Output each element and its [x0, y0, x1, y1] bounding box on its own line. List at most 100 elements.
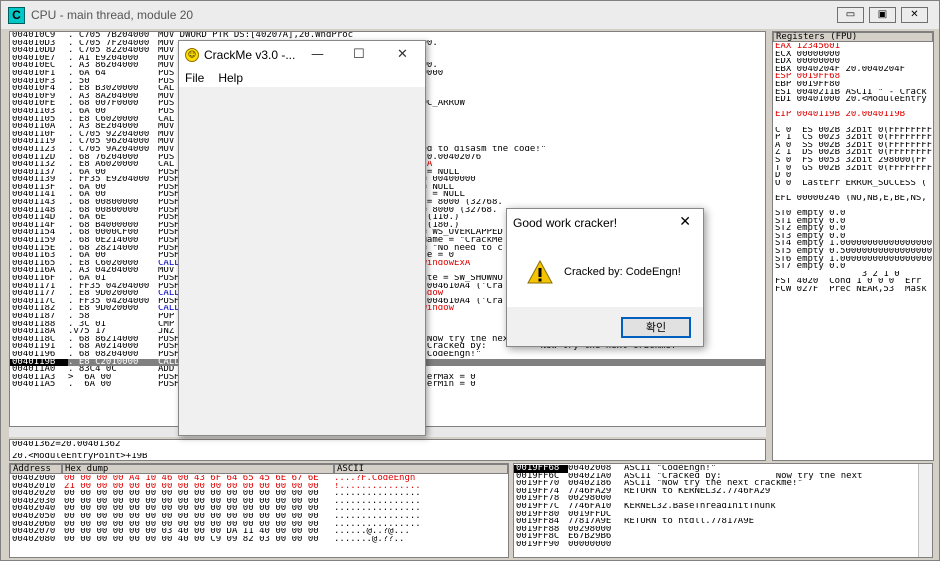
- disasm-address: 00401103: [12, 107, 56, 116]
- hex-dump-pane[interactable]: Address Hex dump ASCII 00402000 00 00 00 …: [9, 463, 509, 558]
- disasm-address: 004010D3: [12, 39, 56, 48]
- register-line[interactable]: O 0 LastErr ERROR_SUCCESS (: [775, 180, 932, 188]
- register-line[interactable]: EFL 00000246 (NO,NB,E,BE,NS,: [775, 195, 932, 203]
- register-line[interactable]: Z 1 DS 002B 32bit 0(FFFFFFFF: [775, 149, 932, 157]
- dump-header-hex[interactable]: Hex dump: [62, 464, 334, 474]
- close-button[interactable]: ✕: [901, 7, 928, 23]
- disasm-instruction: MOV DWORD PTR DS:[40207A],20.WndProc: [158, 32, 354, 40]
- register-line[interactable]: ST0 empty 0.0: [775, 210, 932, 218]
- stack-row[interactable]: 0019FF74 7746FA29 RETURN to KERNEL32.7746F…: [514, 488, 918, 496]
- register-line[interactable]: ST2 empty 0.0: [775, 225, 932, 233]
- stack-row[interactable]: 0019FF80 0019FFDC: [514, 511, 918, 519]
- stack-row[interactable]: 0019FF7C 7746FA10 KERNEL32.BaseThreadInitT…: [514, 503, 918, 511]
- dump-ascii: ......@..?@...: [334, 528, 410, 536]
- disasm-comment: "No need to disasm the code!": [389, 145, 547, 154]
- register-line[interactable]: EIP 0040119B 20.0040119B: [775, 111, 932, 119]
- register-line[interactable]: ST5 empty 0.50000000000000000: [775, 248, 932, 256]
- register-line[interactable]: FCW 027F Prec NEAR,53 Mask: [775, 286, 932, 294]
- disasm-hex: . 6A 01: [68, 275, 106, 283]
- register-line[interactable]: ST1 empty 0.0: [775, 218, 932, 226]
- dump-row[interactable]: 00402040 00 00 00 00 00 00 00 00 00 00 00…: [10, 505, 504, 513]
- stack-row[interactable]: 0019FF88 00298000: [514, 526, 918, 534]
- stack-value: 00298000: [568, 495, 612, 503]
- disasm-hex: . 6A 00: [68, 381, 112, 389]
- crackme-close-icon[interactable]: ✕: [397, 47, 408, 62]
- disasm-comment: MsgFilterMax = 0: [389, 373, 476, 382]
- register-line[interactable]: 3 2 1 0: [775, 271, 932, 279]
- disasm-hex: . E8 B3020000: [68, 85, 139, 93]
- register-line[interactable]: EBP 0019FF80: [775, 81, 932, 89]
- register-line[interactable]: D 0: [775, 172, 932, 180]
- crackme-maximize-icon[interactable]: ☐: [353, 47, 365, 62]
- disasm-hex: . 68 0000CF00: [68, 229, 139, 238]
- disasm-address: 0040115E: [12, 244, 56, 253]
- menu-file[interactable]: File: [185, 69, 204, 87]
- dump-hex: 00 00 00 00 00 00 00 00 00 00 00 00 00 0…: [64, 505, 319, 513]
- registers-pane[interactable]: Registers (FPU) EAX 12345601 ECX 00000000…: [772, 31, 934, 461]
- register-line[interactable]: [775, 119, 932, 127]
- dialog-title: Good work cracker!: [507, 209, 703, 237]
- stack-row[interactable]: 0019FF68 00402008 ASCII "CodeEngn!": [514, 465, 918, 473]
- stack-row[interactable]: 0019FF8C E67B29B6: [514, 533, 918, 541]
- dump-ascii: ................: [334, 520, 421, 529]
- register-line[interactable]: ST6 empty 1.00000000000000000: [775, 256, 932, 264]
- register-line[interactable]: [775, 202, 932, 210]
- stack-row[interactable]: 0019FF90 00000000: [514, 541, 918, 549]
- register-line[interactable]: ESP 0019FF68: [775, 73, 932, 81]
- register-line[interactable]: [775, 104, 932, 112]
- dump-ascii: ................: [334, 497, 421, 506]
- register-line[interactable]: ST3 empty 0.0: [775, 233, 932, 241]
- register-line[interactable]: ESI 0040211B ASCII " - Crack: [775, 89, 932, 97]
- ok-button[interactable]: 확인: [621, 317, 691, 338]
- dump-row[interactable]: 00402080 00 00 00 00 00 00 00 40 00 C9 09…: [10, 536, 504, 544]
- stack-row[interactable]: 0019FF78 00298000: [514, 495, 918, 503]
- register-line[interactable]: ECX 00000000: [775, 51, 932, 59]
- dump-row[interactable]: 00402070 00 00 00 00 00 00 03 40 00 00 DA…: [10, 528, 504, 536]
- dump-header-ascii[interactable]: ASCII: [334, 464, 508, 474]
- dump-header-address[interactable]: Address: [10, 464, 62, 474]
- disasm-hex: . 6A 64: [68, 69, 106, 78]
- stack-address: 0019FF90: [516, 540, 560, 549]
- registers-header[interactable]: Registers (FPU): [773, 32, 933, 42]
- register-line[interactable]: ST4 empty 1.00000000000000000: [775, 240, 932, 248]
- stack-row[interactable]: 0019FF84 77817A9E RETURN to ntdll.77817A9E: [514, 518, 918, 526]
- stack-pane[interactable]: 0019FF68 00402008 ASCII "CodeEngn!" 0019FF6…: [513, 463, 933, 558]
- dump-row[interactable]: 00402010 21 00 00 00 00 00 00 00 00 00 00…: [10, 483, 504, 491]
- menu-help[interactable]: Help: [218, 69, 243, 87]
- maximize-button[interactable]: ▣: [869, 7, 896, 23]
- register-line[interactable]: EDX 00000000: [775, 58, 932, 66]
- register-line[interactable]: FST 4020 Cond 1 0 0 0 Err: [775, 278, 932, 286]
- stack-scrollbar[interactable]: [918, 464, 932, 557]
- disasm-row[interactable]: 004010C9 . C705 7B204000 MOV DWORD PTR DS:…: [10, 32, 765, 40]
- disasm-address: 00401196: [12, 350, 56, 359]
- disasm-address: 004010F1: [12, 69, 56, 78]
- dump-row[interactable]: 00402060 00 00 00 00 00 00 00 00 00 00 00…: [10, 521, 504, 529]
- register-line[interactable]: A 0 SS 002B 32bit 0(FFFFFFFF: [775, 142, 932, 150]
- stack-comment: ASCII "CodeEngn!": [624, 465, 717, 473]
- disasm-comment: rsorA: [389, 116, 765, 124]
- dump-row[interactable]: 00402050 00 00 00 00 00 00 00 00 00 00 00…: [10, 513, 504, 521]
- dialog-close-icon[interactable]: ✕: [679, 214, 691, 230]
- register-line[interactable]: EAX 12345601: [775, 43, 932, 51]
- disasm-address: 004010F9: [12, 92, 56, 101]
- minimize-button[interactable]: ▭: [837, 7, 864, 23]
- register-line[interactable]: EDI 00401000 20.<ModuleEntry: [775, 96, 932, 104]
- register-line[interactable]: S 0 FS 0053 32bit 298000(FF: [775, 157, 932, 165]
- register-line[interactable]: EBX 0040204F 20.0040204F: [775, 66, 932, 74]
- register-line[interactable]: P 1 CS 0023 32bit 0(FFFFFFFF: [775, 134, 932, 142]
- disasm-address: 00401137: [12, 168, 56, 177]
- dump-row[interactable]: 00402000 00 00 00 00 A4 10 46 00 43 6F 64…: [10, 475, 504, 483]
- disasm-address: 00401123: [12, 145, 56, 154]
- crackme-minimize-icon[interactable]: —: [311, 47, 324, 62]
- stack-row[interactable]: 0019FF6C 004021A0 ASCII "Cracked by: Now t…: [514, 473, 918, 481]
- stack-value: 00402008: [568, 465, 612, 473]
- register-line[interactable]: ST7 empty 0.0: [775, 263, 932, 271]
- register-line[interactable]: C 0 ES 002B 32bit 0(FFFFFFFF: [775, 127, 932, 135]
- dump-row[interactable]: 00402030 00 00 00 00 00 00 00 00 00 00 00…: [10, 498, 504, 506]
- register-line[interactable]: T 0 GS 002B 32bit 0(FFFFFFFF: [775, 165, 932, 173]
- dump-row[interactable]: 00402020 00 00 00 00 00 00 00 00 00 00 00…: [10, 490, 504, 498]
- register-line[interactable]: [775, 187, 932, 195]
- disasm-hex: . A3 8E204000: [68, 123, 139, 131]
- stack-row[interactable]: 0019FF70 00402186 ASCII "Now try the next …: [514, 480, 918, 488]
- disasm-address: 004010F3: [12, 77, 56, 86]
